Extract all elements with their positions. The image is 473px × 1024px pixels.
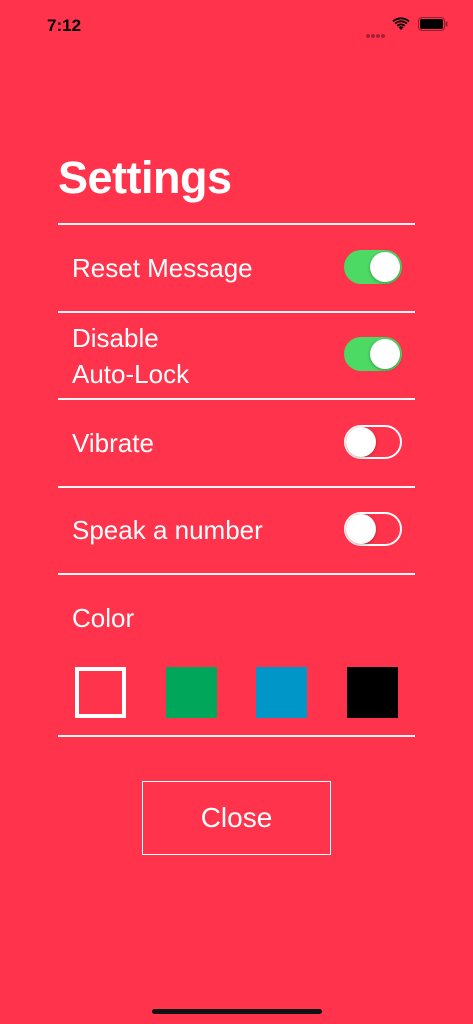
status-bar: 7:12 bbox=[0, 0, 473, 52]
divider bbox=[58, 311, 415, 313]
toggle-knob bbox=[346, 427, 376, 457]
vibrate-toggle[interactable] bbox=[344, 425, 402, 459]
page-title: Settings bbox=[58, 152, 232, 203]
color-swatch-green[interactable] bbox=[166, 667, 217, 718]
color-label: Color bbox=[72, 603, 135, 633]
wifi-icon bbox=[392, 17, 410, 30]
setting-label: Reset Message bbox=[72, 253, 253, 283]
divider bbox=[58, 486, 415, 488]
divider bbox=[58, 223, 415, 225]
speak-a-number-toggle[interactable] bbox=[344, 512, 402, 546]
home-indicator[interactable] bbox=[152, 1009, 322, 1014]
toggle-knob bbox=[346, 514, 376, 544]
toggle-knob bbox=[370, 339, 400, 369]
color-swatch-blue[interactable] bbox=[256, 667, 307, 718]
disable-auto-lock-toggle[interactable] bbox=[344, 337, 402, 371]
setting-label: Disable bbox=[72, 323, 159, 353]
divider bbox=[58, 398, 415, 400]
divider bbox=[58, 735, 415, 737]
color-swatch-white[interactable] bbox=[75, 667, 126, 718]
status-time: 7:12 bbox=[47, 16, 82, 35]
close-button[interactable]: Close bbox=[142, 781, 331, 855]
toggle-knob bbox=[370, 252, 400, 282]
setting-label: Vibrate bbox=[72, 428, 154, 458]
signal-icon bbox=[366, 25, 386, 43]
divider bbox=[58, 573, 415, 575]
setting-label: Auto-Lock bbox=[72, 359, 190, 389]
color-swatch-black[interactable] bbox=[347, 667, 398, 718]
setting-label: Speak a number bbox=[72, 515, 263, 545]
battery-icon bbox=[418, 17, 448, 31]
reset-message-toggle[interactable] bbox=[344, 250, 402, 284]
